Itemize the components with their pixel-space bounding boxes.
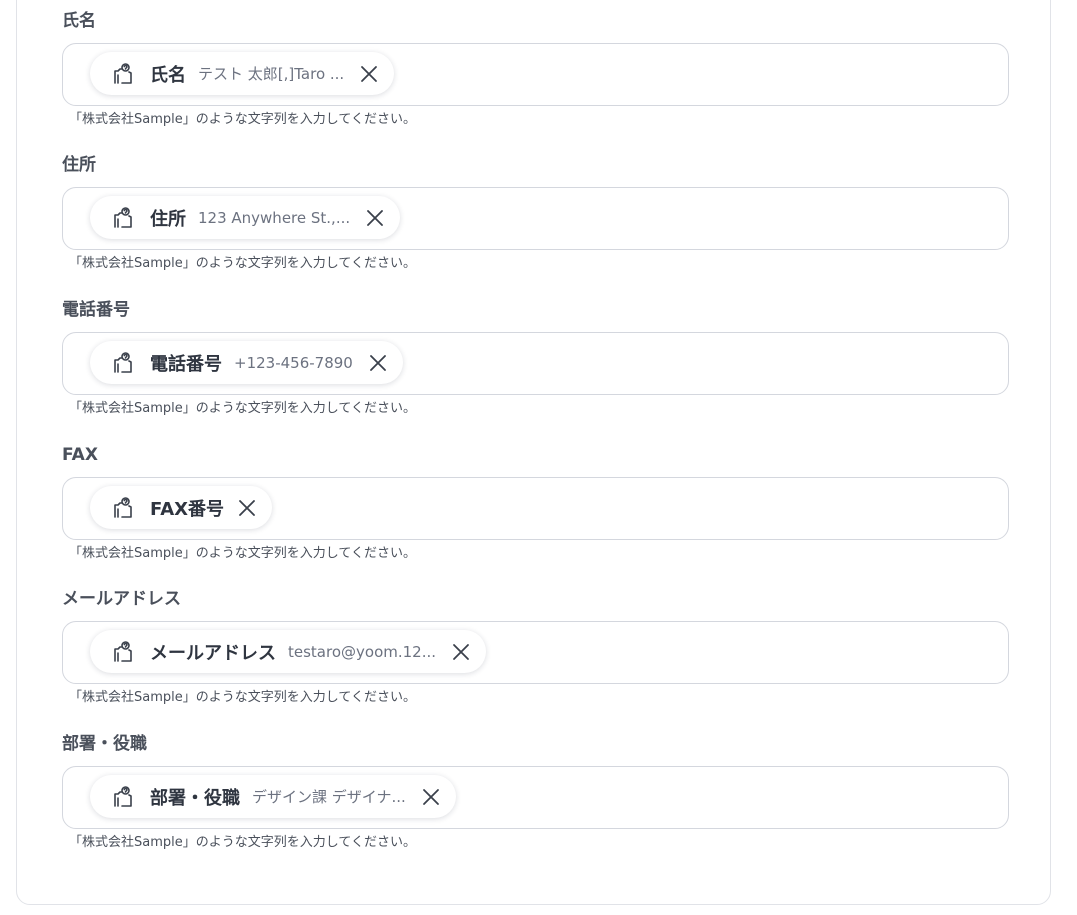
close-icon[interactable] [364,207,386,229]
hand-pointer-icon [112,206,136,230]
field-label: FAX [62,445,98,465]
close-icon[interactable] [420,786,442,808]
chip-name: 氏名 [150,64,186,86]
field-hint: 「株式会社Sample」のような文字列を入力してください。 [69,256,416,271]
chip-value: デザイン課 デザイナ... [252,788,406,806]
field-hint: 「株式会社Sample」のような文字列を入力してください。 [69,401,416,416]
variable-chip[interactable]: 部署・役職 デザイン課 デザイナ... [90,775,456,818]
chip-name: 電話番号 [150,353,222,375]
close-icon[interactable] [450,641,472,663]
fax-input[interactable]: FAX番号 [62,477,1009,540]
email-input[interactable]: メールアドレス testaro@yoom.12... [62,621,1009,684]
field-label: メールアドレス [62,589,181,609]
name-input[interactable]: 氏名 テスト 太郎[,]Taro ... [62,43,1009,106]
department-input[interactable]: 部署・役職 デザイン課 デザイナ... [62,766,1009,829]
variable-chip[interactable]: メールアドレス testaro@yoom.12... [90,630,487,673]
chip-name: 住所 [150,208,186,230]
field-label: 氏名 [62,11,96,31]
close-icon[interactable] [358,63,380,85]
chip-name: FAX番号 [150,498,225,520]
field-hint: 「株式会社Sample」のような文字列を入力してください。 [69,546,416,561]
chip-value: テスト 太郎[,]Taro ... [198,65,345,83]
hand-pointer-icon [112,640,136,664]
variable-chip[interactable]: 氏名 テスト 太郎[,]Taro ... [90,52,395,95]
address-input[interactable]: 住所 123 Anywhere St.,... [62,187,1009,250]
variable-chip[interactable]: 電話番号 +123-456-7890 [90,341,403,384]
field-label: 部署・役職 [62,734,147,754]
close-icon[interactable] [367,352,389,374]
chip-name: 部署・役職 [150,787,240,809]
field-hint: 「株式会社Sample」のような文字列を入力してください。 [69,690,416,705]
variable-chip[interactable]: FAX番号 [90,486,273,529]
close-icon[interactable] [236,497,258,519]
hand-pointer-icon [112,351,136,375]
field-hint: 「株式会社Sample」のような文字列を入力してください。 [69,835,416,850]
hand-pointer-icon [112,62,136,86]
hand-pointer-icon [112,496,136,520]
field-label: 住所 [62,155,96,175]
field-hint: 「株式会社Sample」のような文字列を入力してください。 [69,112,416,127]
chip-name: メールアドレス [150,642,276,664]
phone-input[interactable]: 電話番号 +123-456-7890 [62,332,1009,395]
chip-value: +123-456-7890 [234,353,353,372]
chip-value: 123 Anywhere St.,... [198,208,351,227]
chip-value: testaro@yoom.12... [288,642,437,661]
variable-chip[interactable]: 住所 123 Anywhere St.,... [90,196,401,239]
form-card: 氏名 氏名 テスト 太郎[,]Taro ... 「株式会社Sample」のような… [16,0,1051,905]
hand-pointer-icon [112,785,136,809]
field-label: 電話番号 [62,300,130,320]
